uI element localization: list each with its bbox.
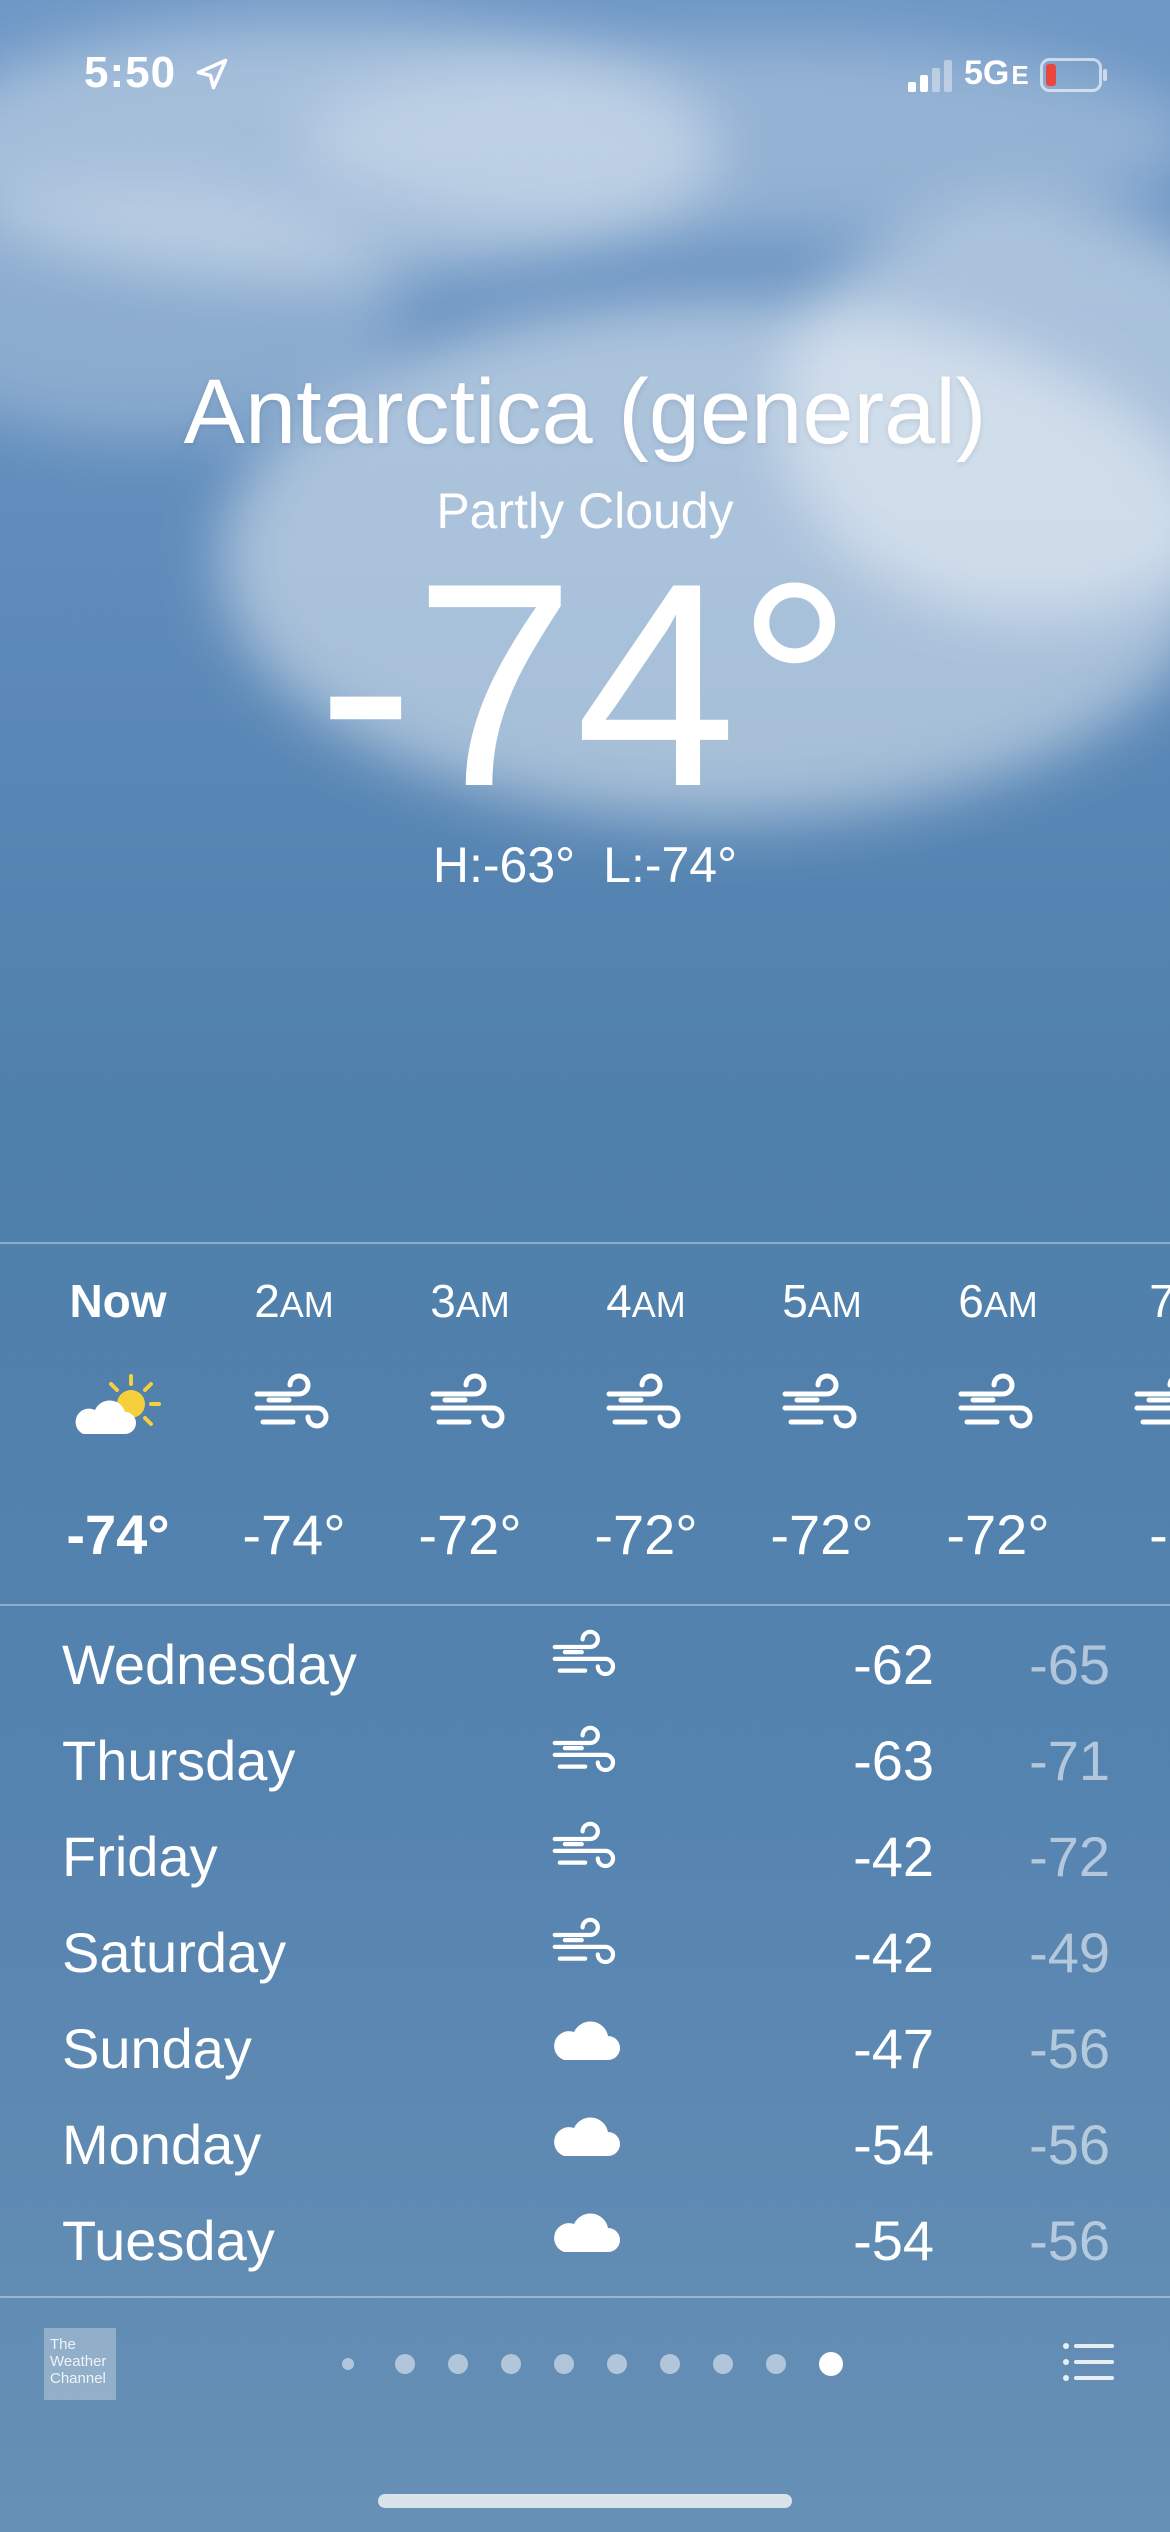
hourly-bottom-divider — [0, 1604, 1170, 1606]
hour-label: 2AM — [254, 1275, 334, 1327]
home-indicator[interactable] — [378, 2494, 792, 2508]
day-high: -47 — [853, 2017, 934, 2080]
wind-icon — [777, 1372, 867, 1442]
page-dot[interactable] — [660, 2354, 680, 2374]
hour-label: Now — [69, 1275, 167, 1327]
day-name: Saturday — [62, 1921, 287, 1984]
page-dot[interactable] — [448, 2354, 468, 2374]
page-dot[interactable] — [713, 2354, 733, 2374]
cellular-signal-icon — [908, 60, 952, 92]
weather-channel-logo[interactable]: The Weather Channel — [44, 2328, 116, 2400]
wind-icon — [548, 1724, 624, 1784]
wind-icon — [548, 1916, 624, 1976]
wind-icon — [1129, 1372, 1170, 1442]
day-name: Monday — [62, 2113, 262, 2176]
page-dot[interactable] — [607, 2354, 627, 2374]
hour-label: 6AM — [958, 1275, 1038, 1327]
day-name: Sunday — [62, 2017, 252, 2080]
hour-label: 7A — [1149, 1275, 1170, 1327]
page-dot[interactable] — [501, 2354, 521, 2374]
day-low: -71 — [1029, 1729, 1110, 1792]
hour-temperature: -72° — [594, 1503, 698, 1566]
day-name: Thursday — [62, 1729, 296, 1792]
wind-icon — [953, 1372, 1043, 1442]
day-low: -49 — [1029, 1921, 1110, 1984]
day-name: Wednesday — [62, 1633, 357, 1696]
battery-icon — [1040, 58, 1107, 92]
day-low: -56 — [1029, 2113, 1110, 2176]
day-name: Tuesday — [62, 2209, 275, 2272]
high-temp: H:-63° — [432, 837, 576, 893]
wind-icon — [548, 1820, 624, 1880]
page-dot[interactable] — [395, 2354, 415, 2374]
page-dot[interactable] — [342, 2358, 354, 2370]
page-dot[interactable] — [766, 2354, 786, 2374]
day-high: -62 — [853, 1633, 934, 1696]
hour-temperature: -74° — [66, 1503, 170, 1566]
hour-label: 5AM — [782, 1275, 862, 1327]
current-temperature: -74° — [317, 523, 853, 847]
cloud-icon — [548, 2204, 624, 2264]
hour-label: 4AM — [606, 1275, 686, 1327]
day-low: -72 — [1029, 1825, 1110, 1888]
cloud-icon — [548, 2012, 624, 2072]
cloud-icon — [548, 2108, 624, 2168]
day-low: -56 — [1029, 2209, 1110, 2272]
hour-temperature: -74° — [242, 1503, 346, 1566]
daily-row: Friday -42 -72 — [0, 1802, 1170, 1898]
wind-icon — [548, 1628, 624, 1688]
daily-row: Wednesday -62 -65 — [0, 1610, 1170, 1706]
wind-icon — [249, 1372, 339, 1442]
status-bar: 5:50 5GE — [0, 48, 1170, 108]
daily-row: Sunday -47 -56 — [0, 1994, 1170, 2090]
footer-divider — [0, 2296, 1170, 2298]
hourly-forecast[interactable]: Now -74° 2AM -74° 3AM -72° 4AM -72° 5AM -72° 6AM -7… — [0, 1244, 1170, 1606]
day-high: -63 — [853, 1729, 934, 1792]
day-high: -42 — [853, 1921, 934, 1984]
page-dot[interactable] — [819, 2352, 843, 2376]
page-dot[interactable] — [554, 2354, 574, 2374]
day-low: -65 — [1029, 1633, 1110, 1696]
hour-temperature: -7 — [1149, 1503, 1170, 1566]
day-low: -56 — [1029, 2017, 1110, 2080]
partly-sunny-icon — [73, 1372, 163, 1442]
daily-row: Thursday -63 -71 — [0, 1706, 1170, 1802]
hour-label: 3AM — [430, 1275, 510, 1327]
page-indicator[interactable] — [330, 2342, 850, 2382]
day-high: -54 — [853, 2209, 934, 2272]
day-name: Friday — [62, 1825, 218, 1888]
status-time: 5:50 — [84, 48, 177, 97]
high-low: H:-63° L:-74° — [0, 836, 1170, 894]
network-type: 5GE — [964, 54, 1029, 92]
wind-icon — [601, 1372, 691, 1442]
hour-temperature: -72° — [946, 1503, 1050, 1566]
daily-row: Monday -54 -56 — [0, 2090, 1170, 2186]
hour-temperature: -72° — [770, 1503, 874, 1566]
day-high: -42 — [853, 1825, 934, 1888]
low-temp: L:-74° — [603, 837, 738, 893]
list-icon[interactable] — [1062, 2340, 1114, 2384]
location-arrow-icon — [196, 58, 228, 90]
daily-row: Saturday -42 -49 — [0, 1898, 1170, 1994]
hour-temperature: -72° — [418, 1503, 522, 1566]
daily-row: Tuesday -54 -56 — [0, 2186, 1170, 2282]
day-high: -54 — [853, 2113, 934, 2176]
city-name: Antarctica (general) — [183, 361, 987, 463]
wind-icon — [425, 1372, 515, 1442]
